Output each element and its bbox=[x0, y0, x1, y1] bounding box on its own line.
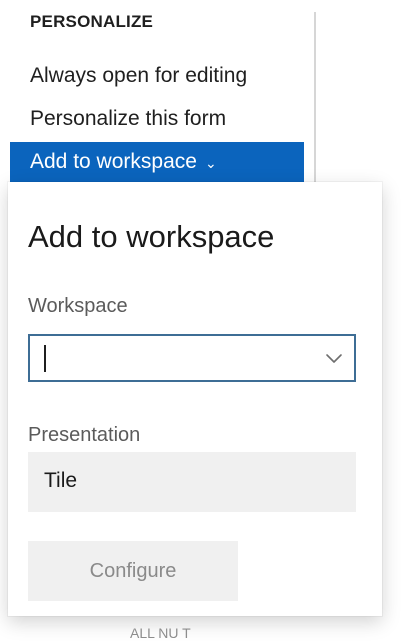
workspace-input[interactable] bbox=[40, 342, 300, 374]
presentation-label: Presentation bbox=[28, 424, 141, 446]
menu-item-add-to-workspace[interactable]: Add to workspace ⌄ bbox=[10, 142, 304, 182]
menu-item-always-open-for-editing[interactable]: Always open for editing bbox=[30, 64, 247, 88]
clipped-background-text: ALL NU T bbox=[130, 625, 191, 641]
menu-item-personalize-this-form[interactable]: Personalize this form bbox=[30, 107, 226, 131]
workspace-label: Workspace bbox=[28, 295, 128, 317]
add-to-workspace-flyout: Add to workspace Workspace Presentation … bbox=[8, 182, 382, 616]
chevron-down-icon: ⌄ bbox=[204, 155, 217, 171]
menu-heading: PERSONALIZE bbox=[30, 12, 154, 31]
chevron-down-icon[interactable] bbox=[322, 346, 346, 370]
flyout-title: Add to workspace bbox=[28, 219, 275, 254]
configure-button[interactable]: Configure bbox=[28, 541, 238, 601]
menu-item-add-to-workspace-label: Add to workspace bbox=[30, 150, 197, 173]
presentation-value: Tile bbox=[44, 469, 78, 492]
presentation-field[interactable]: Tile bbox=[28, 452, 356, 512]
text-caret bbox=[44, 345, 46, 372]
workspace-combobox[interactable] bbox=[28, 334, 356, 382]
